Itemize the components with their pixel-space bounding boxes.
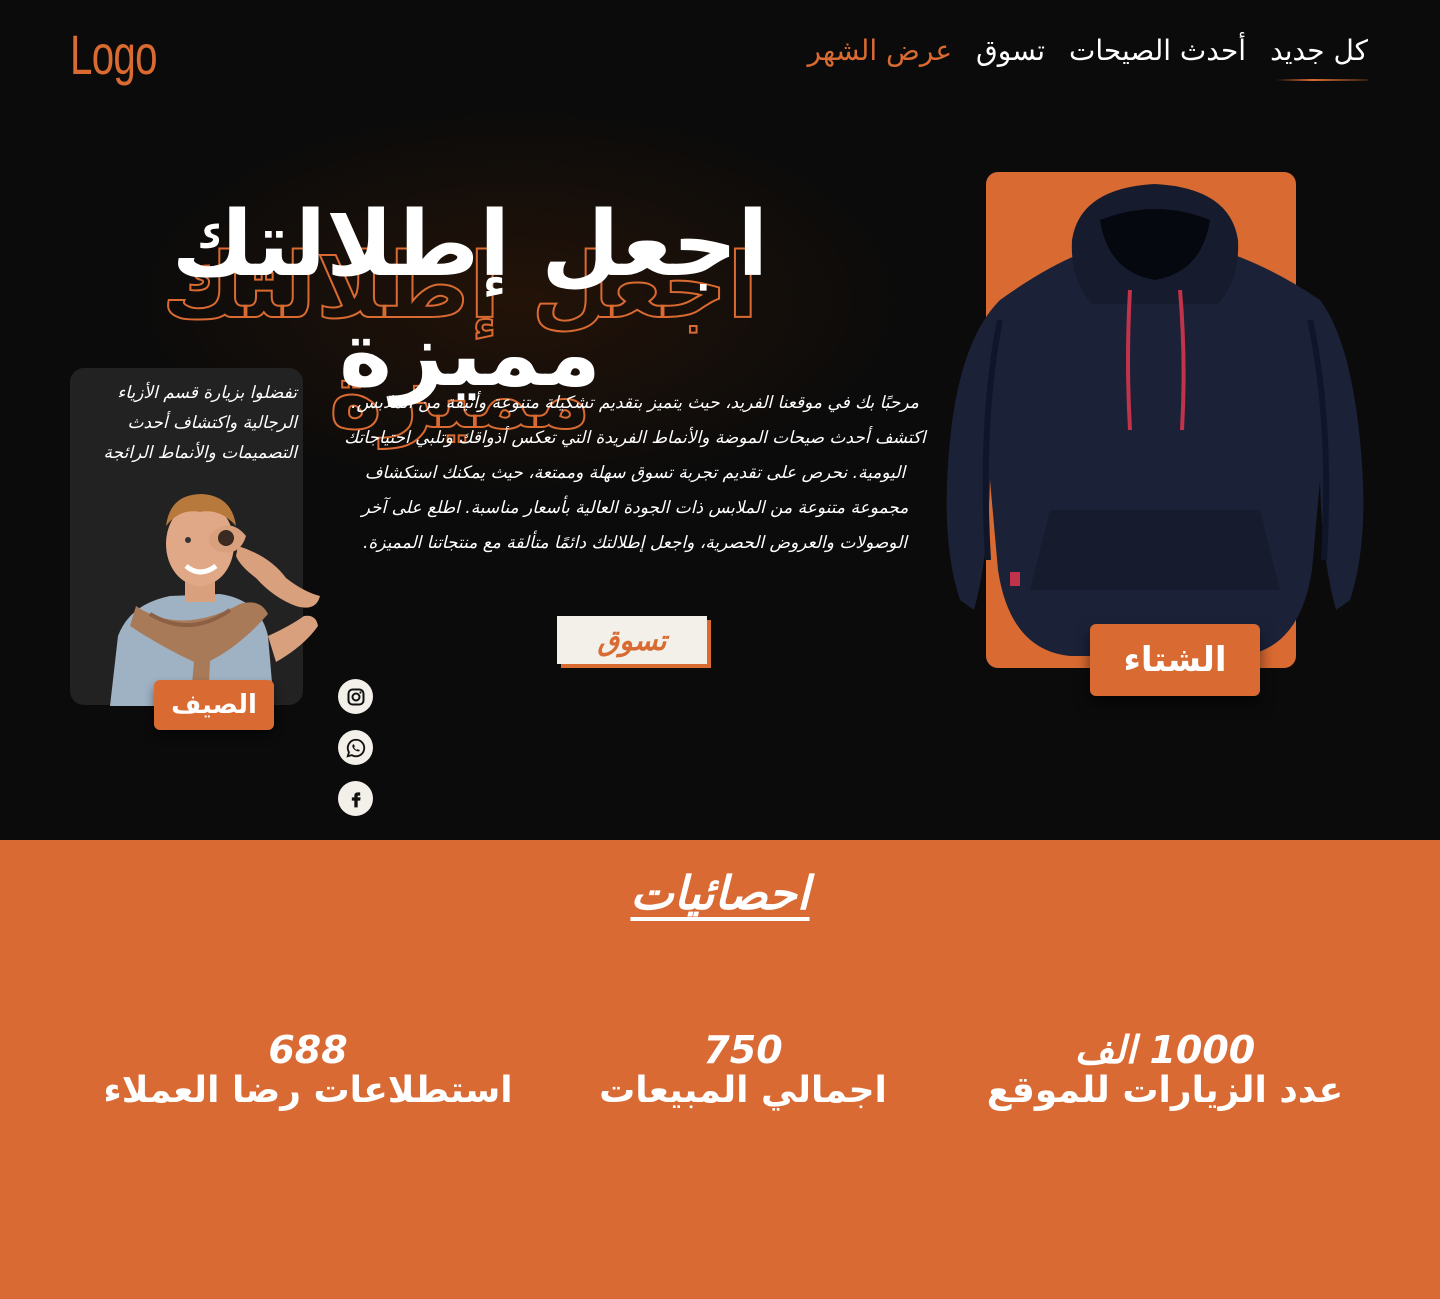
stat-satisfaction: 688 استطلاعات رضا العملاء xyxy=(88,1030,528,1112)
summer-card-text: تفضلوا بزيارة قسم الأزياء الرجالية واكتش… xyxy=(103,383,297,463)
summer-badge[interactable]: الصيف xyxy=(154,680,274,730)
hero-section: Logo كل جديد أحدث الصيحات تسوق عرض الشهر… xyxy=(0,0,1440,840)
summer-card[interactable]: تفضلوا بزيارة قسم الأزياء الرجالية واكتش… xyxy=(70,368,320,730)
stat-sales-label: اجمالي المبيعات xyxy=(599,1070,887,1111)
facebook-icon[interactable] xyxy=(338,781,373,816)
winter-badge[interactable]: الشتاء xyxy=(1090,624,1260,696)
summer-model-image xyxy=(110,494,320,706)
instagram-icon[interactable] xyxy=(338,679,373,714)
stat-satisfaction-value: 688 xyxy=(268,1028,348,1072)
stats-section: احصائيات 1000 الف عدد الزيارات للموقع 75… xyxy=(0,840,1440,1299)
shop-button[interactable]: تسوق xyxy=(557,616,707,664)
winter-hoodie-image xyxy=(946,184,1364,656)
hero-headline-wrap: اجعل إطلالتك مميزة اجعل إطلالتك مميزة xyxy=(80,180,860,450)
nav-item-trends[interactable]: أحدث الصيحات xyxy=(1069,34,1246,73)
stat-sales-value: 750 xyxy=(703,1028,783,1072)
hero-intro-paragraph: مرحبًا بك في موقعنا الفريد، حيث يتميز بت… xyxy=(344,393,926,553)
nav-item-shop[interactable]: تسوق xyxy=(976,34,1045,73)
stat-sales: 750 اجمالي المبيعات xyxy=(578,1030,908,1112)
stat-visits-value: 1000 الف xyxy=(1074,1028,1256,1072)
social-links xyxy=(338,679,373,816)
nav-item-new[interactable]: كل جديد xyxy=(1270,34,1368,81)
nav-item-monthly-offer[interactable]: عرض الشهر xyxy=(807,34,952,73)
stats-title: احصائيات xyxy=(630,866,810,920)
stat-visits: 1000 الف عدد الزيارات للموقع xyxy=(980,1030,1350,1112)
stat-satisfaction-label: استطلاعات رضا العملاء xyxy=(103,1070,513,1111)
stat-visits-label: عدد الزيارات للموقع xyxy=(986,1070,1344,1111)
logo[interactable]: Logo xyxy=(70,22,158,87)
main-nav: كل جديد أحدث الصيحات تسوق عرض الشهر xyxy=(807,34,1368,81)
page: Logo كل جديد أحدث الصيحات تسوق عرض الشهر… xyxy=(0,0,1440,1299)
whatsapp-icon[interactable] xyxy=(338,730,373,765)
